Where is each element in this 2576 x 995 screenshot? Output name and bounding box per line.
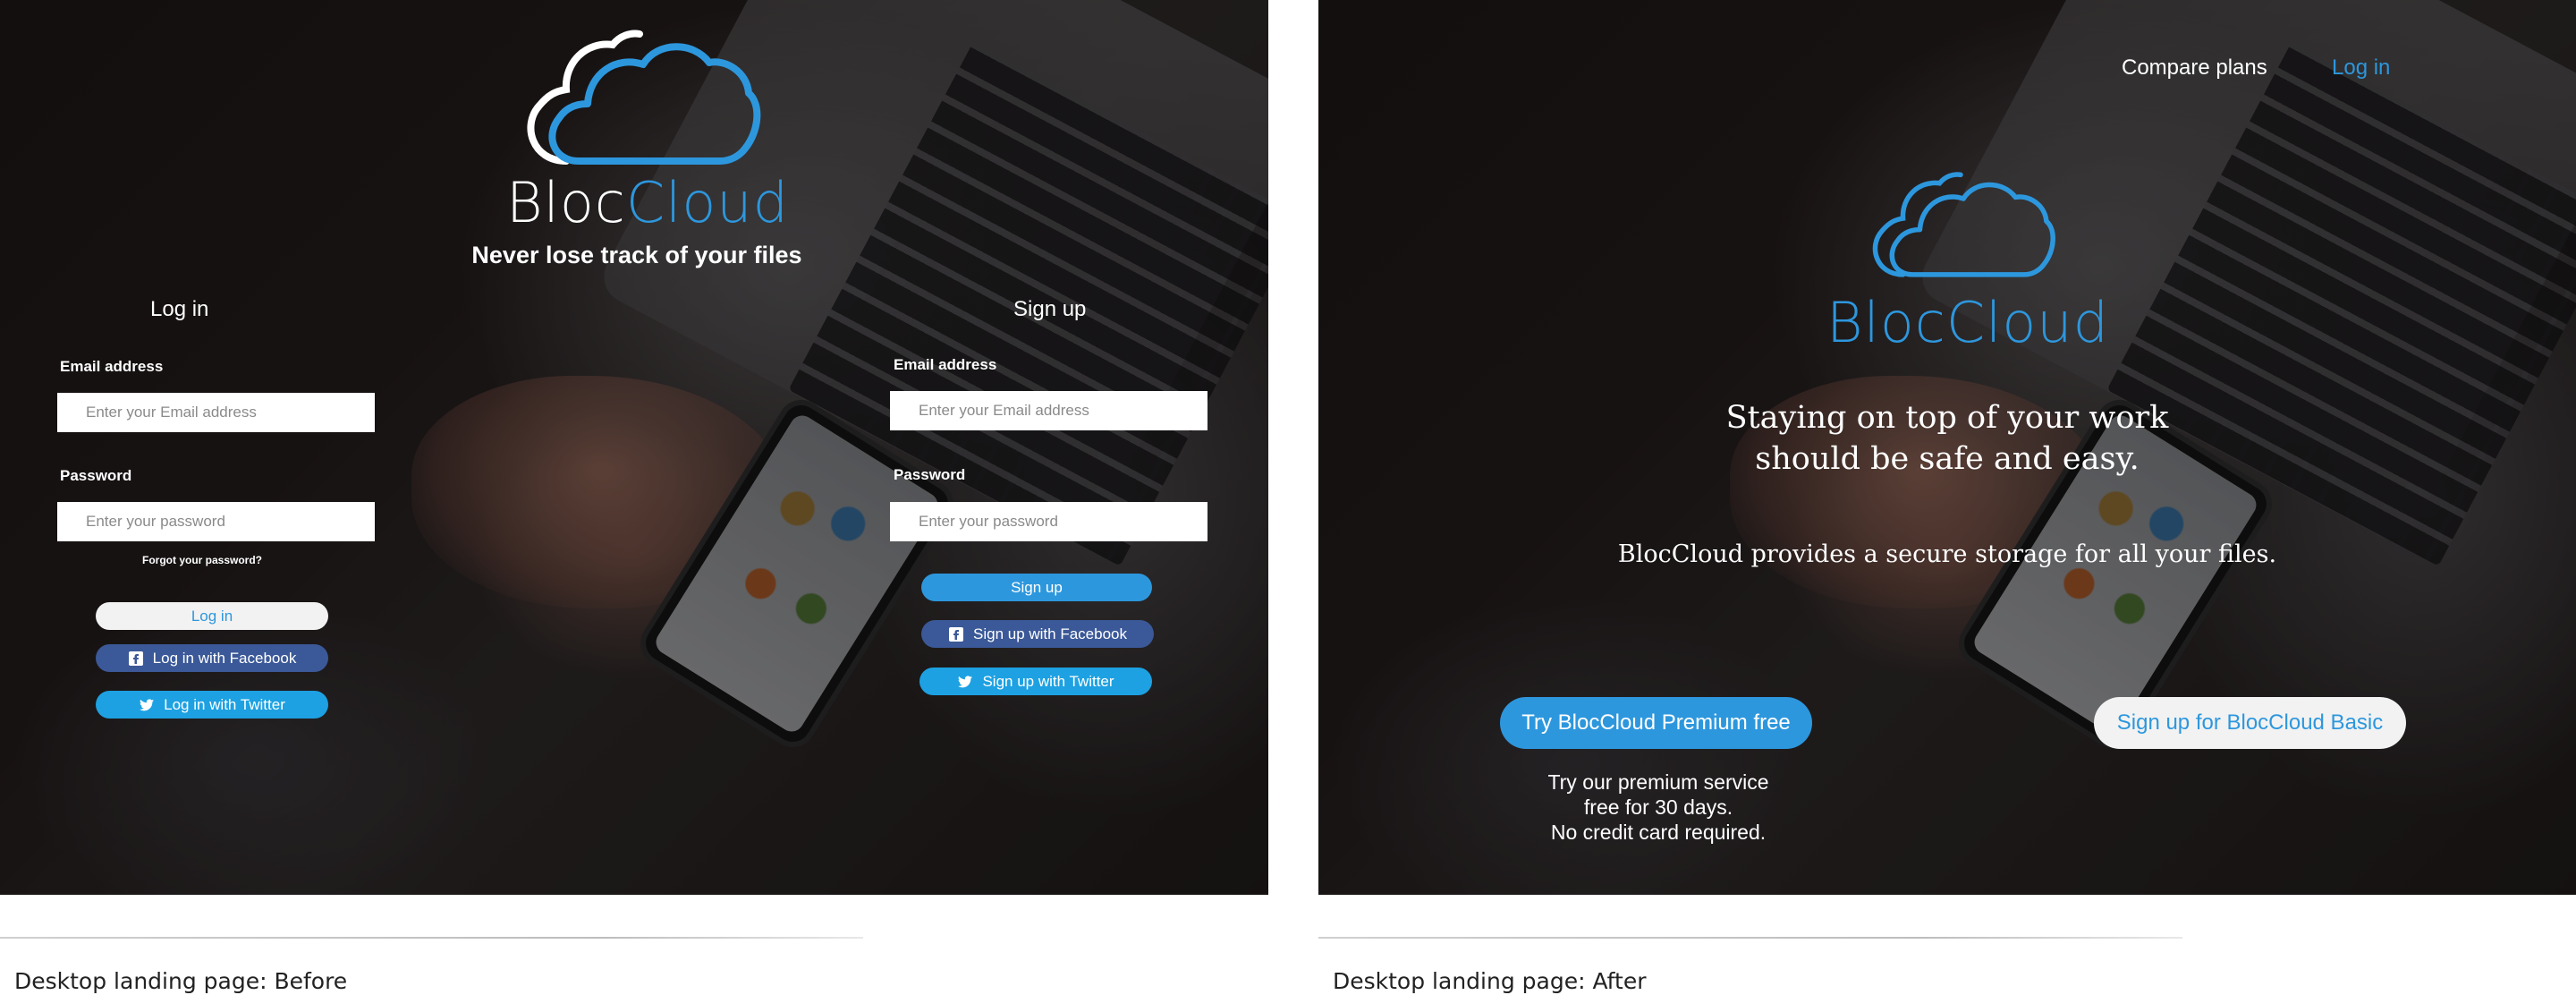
after-landing-page: Compare plans Log in BlocCloud Staying o… <box>1318 0 2576 895</box>
divider-before <box>0 937 863 939</box>
before-landing-page: BlocCloud Never lose track of your files… <box>0 0 1268 895</box>
signup-email-label: Email address <box>894 356 997 373</box>
facebook-icon <box>948 626 964 642</box>
premium-note: Try our premium service free for 30 days… <box>1506 770 1810 845</box>
signup-facebook-label: Sign up with Facebook <box>973 625 1127 642</box>
login-button-label: Log in <box>191 607 233 625</box>
brand-logo-text: BlocCloud <box>1826 290 2109 355</box>
signup-email-input[interactable] <box>890 391 1208 430</box>
subheadline: BlocCloud provides a secure storage for … <box>1617 540 2277 568</box>
twitter-icon <box>139 697 155 713</box>
facebook-icon <box>128 651 144 667</box>
caption-after: Desktop landing page: After <box>1333 968 1647 994</box>
login-twitter-label: Log in with Twitter <box>164 695 285 713</box>
signup-twitter-label: Sign up with Twitter <box>982 672 1114 690</box>
login-email-input[interactable] <box>57 393 375 432</box>
brand-logo-text: BlocCloud <box>506 170 789 235</box>
signup-button[interactable]: Sign up <box>921 574 1152 601</box>
premium-note-line-2: free for 30 days. <box>1583 795 1733 819</box>
signup-basic-label: Sign up for BlocCloud Basic <box>2116 710 2384 735</box>
tagline: Never lose track of your files <box>471 242 802 268</box>
twitter-icon <box>957 674 973 690</box>
forgot-password-link[interactable]: Forgot your password? <box>142 554 262 566</box>
login-facebook-label: Log in with Facebook <box>152 649 297 667</box>
login-password-input[interactable] <box>57 502 375 541</box>
signup-basic-button[interactable]: Sign up for BlocCloud Basic <box>2094 697 2406 749</box>
try-premium-button[interactable]: Try BlocCloud Premium free <box>1500 697 1812 749</box>
cloud-icon <box>527 30 761 165</box>
login-twitter-button[interactable]: Log in with Twitter <box>96 691 328 719</box>
signup-password-label: Password <box>894 466 966 483</box>
nav-login-link[interactable]: Log in <box>2332 55 2390 81</box>
premium-note-line-3: No credit card required. <box>1550 821 1767 844</box>
headline: Staying on top of your work should be sa… <box>1318 397 2576 480</box>
login-email-label: Email address <box>60 358 164 375</box>
login-facebook-button[interactable]: Log in with Facebook <box>96 644 328 672</box>
login-password-label: Password <box>60 467 132 484</box>
headline-line-1: Staying on top of your work <box>1725 400 2169 436</box>
compare-plans-link[interactable]: Compare plans <box>2122 55 2267 81</box>
divider-after <box>1318 937 2182 939</box>
login-button[interactable]: Log in <box>96 602 328 630</box>
signup-title: Sign up <box>1013 297 1087 321</box>
logo-text-part2: Cloud <box>1945 290 2109 355</box>
signup-password-input[interactable] <box>890 502 1208 541</box>
signup-twitter-button[interactable]: Sign up with Twitter <box>919 668 1152 695</box>
logo-text-part1: Bloc <box>1826 290 1946 355</box>
logo-text-part2: Cloud <box>625 170 789 235</box>
caption-before: Desktop landing page: Before <box>14 968 348 994</box>
premium-note-line-1: Try our premium service <box>1547 770 1769 794</box>
try-premium-label: Try BlocCloud Premium free <box>1521 710 1791 735</box>
logo-text-part1: Bloc <box>506 170 626 235</box>
signup-button-label: Sign up <box>1011 578 1063 596</box>
signup-facebook-button[interactable]: Sign up with Facebook <box>921 620 1154 648</box>
cloud-icon <box>1872 172 2055 277</box>
headline-line-2: should be safe and easy. <box>1755 441 2140 477</box>
login-title: Log in <box>150 297 209 321</box>
